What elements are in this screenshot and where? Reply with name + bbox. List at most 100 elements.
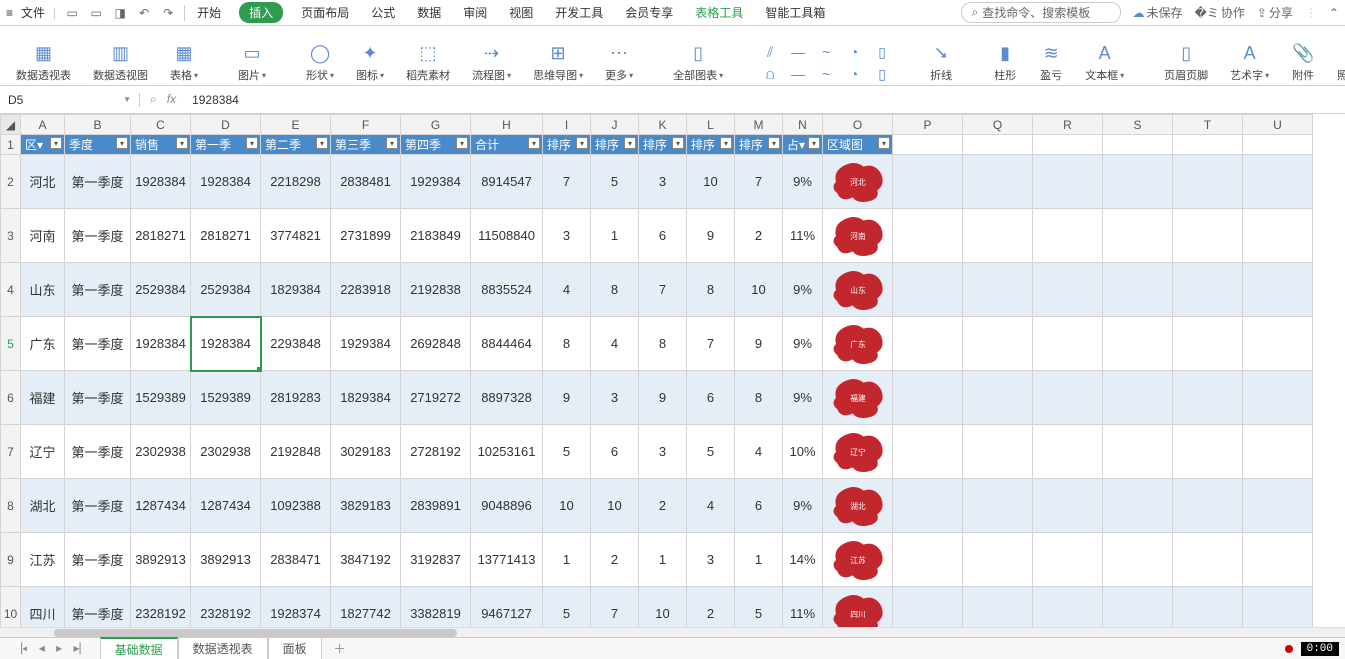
cell-K4[interactable]: 7 [639, 263, 687, 317]
cell-B3[interactable]: 第一季度 [65, 209, 131, 263]
sheet-first-icon[interactable]: ⎹◂ [6, 641, 31, 655]
scrollbar-thumb[interactable] [54, 629, 458, 637]
cell-C7[interactable]: 2302938 [131, 425, 191, 479]
cell-C9[interactable]: 3892913 [131, 533, 191, 587]
collab-button[interactable]: �ミ 协作 [1195, 4, 1245, 21]
col-header-U[interactable]: U [1243, 115, 1313, 135]
cell-N7[interactable]: 10% [783, 425, 823, 479]
col-header-G[interactable]: G [401, 115, 471, 135]
cell-K2[interactable]: 3 [639, 155, 687, 209]
cell-O2[interactable]: 河北 [823, 155, 893, 209]
cell-H5[interactable]: 8844464 [471, 317, 543, 371]
filter-icon[interactable]: ▾ [316, 137, 328, 149]
cell-I5[interactable]: 8 [543, 317, 591, 371]
cell-T3[interactable] [1173, 209, 1243, 263]
fx-cancel-icon[interactable]: ⌕ [150, 92, 157, 107]
filter-icon[interactable]: ▾ [672, 137, 684, 149]
cell-T4[interactable] [1173, 263, 1243, 317]
filter-icon[interactable]: ▾ [624, 137, 636, 149]
cell-I9[interactable]: 1 [543, 533, 591, 587]
chart-type-icon[interactable]: ▯ [873, 43, 891, 61]
col-header-C[interactable]: C [131, 115, 191, 135]
cell-E4[interactable]: 1829384 [261, 263, 331, 317]
cell-N9[interactable]: 14% [783, 533, 823, 587]
cell-N6[interactable]: 9% [783, 371, 823, 425]
cell-T9[interactable] [1173, 533, 1243, 587]
header-cell[interactable]: 排序▾ [735, 135, 783, 155]
select-all-corner[interactable]: ◢ [1, 115, 21, 135]
qat-redo-icon[interactable]: ↷ [160, 5, 176, 21]
header-cell[interactable] [1173, 135, 1243, 155]
command-search[interactable]: ⌕ 查找命令、搜索模板 [961, 2, 1121, 23]
ribbon-柱形[interactable]: ▮柱形 [987, 41, 1023, 83]
header-cell[interactable] [893, 135, 963, 155]
cell-T6[interactable] [1173, 371, 1243, 425]
col-header-K[interactable]: K [639, 115, 687, 135]
cell-J4[interactable]: 8 [591, 263, 639, 317]
cell-F7[interactable]: 3029183 [331, 425, 401, 479]
row-header-2[interactable]: 2 [1, 155, 21, 209]
row-header-6[interactable]: 6 [1, 371, 21, 425]
filter-icon[interactable]: ▾ [246, 137, 258, 149]
cell-F3[interactable]: 2731899 [331, 209, 401, 263]
cell-S10[interactable] [1103, 587, 1173, 628]
header-cell[interactable]: 第三季▾ [331, 135, 401, 155]
cell-L3[interactable]: 9 [687, 209, 735, 263]
cell-K9[interactable]: 1 [639, 533, 687, 587]
ribbon-稻壳素材[interactable]: ⬚稻壳素材 [400, 41, 456, 83]
cell-D5[interactable]: 1928384 [191, 317, 261, 371]
cell-D7[interactable]: 2302938 [191, 425, 261, 479]
ribbon-图标[interactable]: ✦图标▾ [350, 41, 390, 83]
row-header-1[interactable]: 1 [1, 135, 21, 155]
cell-K5[interactable]: 8 [639, 317, 687, 371]
chart-type-icon[interactable]: — [789, 43, 807, 61]
cell-H2[interactable]: 8914547 [471, 155, 543, 209]
cell-P2[interactable] [893, 155, 963, 209]
col-header-Q[interactable]: Q [963, 115, 1033, 135]
cell-H6[interactable]: 8897328 [471, 371, 543, 425]
cell-Q8[interactable] [963, 479, 1033, 533]
cell-Q9[interactable] [963, 533, 1033, 587]
filter-icon[interactable]: ▾ [386, 137, 398, 149]
ribbon-照相机[interactable]: ◉照相机 [1331, 41, 1345, 83]
cell-Q10[interactable] [963, 587, 1033, 628]
filter-icon[interactable]: ▾ [576, 137, 588, 149]
filter-icon[interactable]: ▾ [176, 137, 188, 149]
cell-N4[interactable]: 9% [783, 263, 823, 317]
cell-J10[interactable]: 7 [591, 587, 639, 628]
cell-U8[interactable] [1243, 479, 1313, 533]
cell-P6[interactable] [893, 371, 963, 425]
cell-C10[interactable]: 2328192 [131, 587, 191, 628]
cell-P3[interactable] [893, 209, 963, 263]
cell-F4[interactable]: 2283918 [331, 263, 401, 317]
ribbon-盈亏[interactable]: ≋盈亏 [1033, 41, 1069, 83]
cell-M9[interactable]: 1 [735, 533, 783, 587]
ribbon-附件[interactable]: 📎附件 [1285, 41, 1321, 83]
cell-D10[interactable]: 2328192 [191, 587, 261, 628]
cell-E5[interactable]: 2293848 [261, 317, 331, 371]
col-header-F[interactable]: F [331, 115, 401, 135]
cell-U3[interactable] [1243, 209, 1313, 263]
qat-print-icon[interactable]: ▭ [88, 5, 104, 21]
ribbon-图片[interactable]: ▭图片▾ [232, 41, 272, 83]
cell-J3[interactable]: 1 [591, 209, 639, 263]
cell-Q7[interactable] [963, 425, 1033, 479]
menu-icon[interactable]: ≡ [6, 6, 13, 20]
filter-icon[interactable]: ▾ [456, 137, 468, 149]
cell-E10[interactable]: 1928374 [261, 587, 331, 628]
ribbon-tab-8[interactable]: 会员专享 [621, 2, 677, 23]
cell-R5[interactable] [1033, 317, 1103, 371]
ribbon-tab-9[interactable]: 表格工具 [691, 2, 747, 23]
cell-O4[interactable]: 山东 [823, 263, 893, 317]
cell-D6[interactable]: 1529389 [191, 371, 261, 425]
ribbon-更多[interactable]: ⋯更多▾ [599, 41, 639, 83]
col-header-E[interactable]: E [261, 115, 331, 135]
cell-O8[interactable]: 湖北 [823, 479, 893, 533]
header-cell[interactable]: 排序▾ [639, 135, 687, 155]
cell-G7[interactable]: 2728192 [401, 425, 471, 479]
cell-S3[interactable] [1103, 209, 1173, 263]
cell-U7[interactable] [1243, 425, 1313, 479]
col-header-N[interactable]: N [783, 115, 823, 135]
cell-H9[interactable]: 13771413 [471, 533, 543, 587]
filter-icon[interactable]: ▾ [808, 137, 820, 149]
